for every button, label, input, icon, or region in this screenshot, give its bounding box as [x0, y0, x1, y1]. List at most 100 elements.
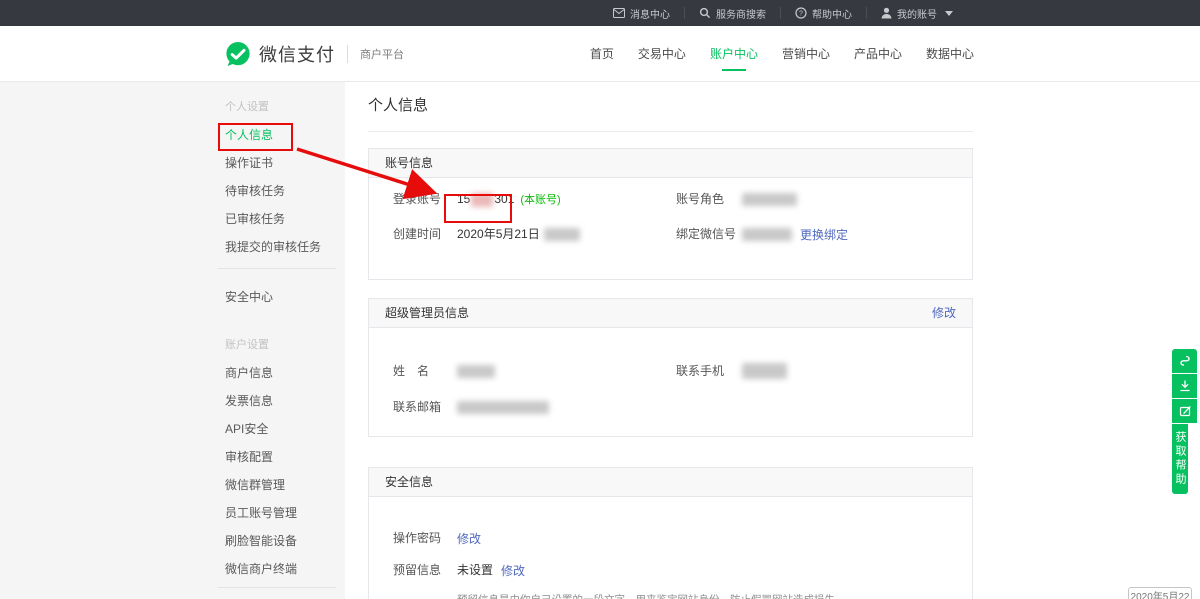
security-info-header: 安全信息 [369, 468, 972, 497]
main-content: 个人信息 账号信息 登录账号 15301 (本账号) 账号角色 [368, 82, 973, 599]
download-icon [1178, 379, 1192, 393]
account-role-label: 账号角色 [676, 190, 742, 208]
download-button[interactable] [1172, 374, 1197, 398]
info-row: 操作密码 修改 [393, 529, 956, 547]
sidebar: 个人设置 个人信息 操作证书 待审核任务 已审核任务 我提交的审核任务 安全中心… [0, 82, 345, 599]
topbar-item-label: 我的账号 [897, 6, 937, 21]
sidebar-item-invoice-info[interactable]: 发票信息 [225, 394, 345, 408]
main-nav: 首页 交易中心 账户中心 营销中心 产品中心 数据中心 [590, 46, 974, 62]
redacted-contact-phone [742, 363, 787, 379]
sidebar-item-face-pay-devices[interactable]: 刷脸智能设备 [225, 534, 345, 548]
nav-tab-product-center[interactable]: 产品中心 [854, 46, 902, 62]
info-row: 登录账号 15301 (本账号) 账号角色 [393, 190, 956, 208]
header: 微信支付 商户平台 首页 交易中心 账户中心 营销中心 产品中心 数据中心 [0, 26, 1200, 82]
sidebar-item-api-security[interactable]: API安全 [225, 422, 345, 436]
user-icon [881, 7, 892, 19]
sidebar-group-personal-settings: 个人设置 [225, 100, 345, 114]
chevron-down-icon [945, 11, 953, 16]
topbar-item-help-center[interactable]: ? 帮助中心 [781, 0, 866, 26]
rebind-wechat-link[interactable]: 更换绑定 [800, 226, 848, 243]
topbar-item-message-center[interactable]: 消息中心 [599, 0, 684, 26]
reserved-info-label: 预留信息 [393, 561, 457, 579]
topbar-item-my-account[interactable]: 我的账号 [867, 0, 967, 26]
account-info-body: 登录账号 15301 (本账号) 账号角色 创建时间 2020年5月21日 [369, 178, 972, 279]
super-admin-body: 姓 名 联系手机 联系邮箱 [369, 328, 972, 436]
bound-wechat-label: 绑定微信号 [676, 225, 742, 243]
sidebar-item-wechat-group-management[interactable]: 微信群管理 [225, 478, 345, 492]
section-title: 超级管理员信息 [385, 299, 469, 327]
created-time-value: 2020年5月21日 [457, 225, 540, 243]
sidebar-item-pending-review-tasks[interactable]: 待审核任务 [225, 184, 345, 198]
link-icon [1178, 354, 1192, 368]
sidebar-item-review-config[interactable]: 审核配置 [225, 450, 345, 464]
login-account-label: 登录账号 [393, 190, 457, 208]
description-line: 预留信息是由你自己设置的一段文字，用来鉴定网站身份，防止假冒网站造成损失。 [457, 591, 956, 599]
header-divider [347, 45, 348, 63]
portal-name: 商户平台 [360, 46, 404, 62]
info-row: 联系邮箱 [393, 398, 956, 416]
redacted-login-digits [471, 193, 493, 207]
title-divider [368, 131, 973, 132]
wechat-pay-logo[interactable]: 微信支付 [225, 41, 335, 67]
floating-help-widget: 获取帮助 [1172, 349, 1197, 494]
sidebar-group-account-settings: 账户设置 [225, 338, 345, 352]
nav-tab-data-center[interactable]: 数据中心 [926, 46, 974, 62]
get-help-button[interactable]: 获取帮助 [1172, 424, 1188, 494]
section-title: 账号信息 [385, 149, 433, 177]
account-info-header: 账号信息 [369, 149, 972, 178]
super-admin-header: 超级管理员信息 修改 [369, 299, 972, 328]
redacted-created-time [544, 228, 580, 241]
edit-admin-link[interactable]: 修改 [932, 299, 956, 327]
redacted-contact-email [457, 401, 549, 414]
security-info-body: 操作密码 修改 预留信息 未设置 修改 预留信息是由你自己设置的一段文字，用来鉴… [369, 497, 972, 599]
topbar-item-service-provider-search[interactable]: 服务商搜索 [685, 0, 780, 26]
edit-icon [1178, 404, 1192, 418]
svg-text:?: ? [799, 11, 803, 18]
nav-tab-home[interactable]: 首页 [590, 46, 614, 62]
brand-name: 微信支付 [259, 41, 335, 67]
redacted-account-role [742, 193, 797, 206]
mail-icon [613, 8, 625, 18]
info-row: 姓 名 联系手机 [393, 362, 956, 380]
quick-link-button[interactable] [1172, 349, 1197, 373]
sidebar-item-staff-account-management[interactable]: 员工账号管理 [225, 506, 345, 520]
wechat-pay-logo-icon [225, 41, 251, 67]
admin-name-label: 姓 名 [393, 362, 457, 380]
current-account-tag: (本账号) [520, 191, 560, 207]
sidebar-item-reviewed-tasks[interactable]: 已审核任务 [225, 212, 345, 226]
reserved-info-description: 预留信息是由你自己设置的一段文字，用来鉴定网站身份，防止假冒网站造成损失。 配置… [457, 591, 956, 599]
topbar: 消息中心 服务商搜索 ? 帮助中心 我的账号 [0, 0, 1200, 26]
topbar-item-label: 帮助中心 [812, 6, 852, 21]
contact-phone-label: 联系手机 [676, 362, 742, 380]
contact-email-label: 联系邮箱 [393, 398, 457, 416]
page: 消息中心 服务商搜索 ? 帮助中心 我的账号 微信支付 商 [0, 0, 1200, 599]
topbar-item-label: 消息中心 [630, 6, 670, 21]
topbar-item-label: 服务商搜索 [716, 6, 766, 21]
sidebar-divider [218, 268, 336, 269]
edit-password-link[interactable]: 修改 [457, 530, 481, 547]
sidebar-item-wechat-merchant-terminal[interactable]: 微信商户终端 [225, 562, 345, 576]
feedback-button[interactable] [1172, 399, 1197, 423]
nav-tab-transaction-center[interactable]: 交易中心 [638, 46, 686, 62]
info-row: 创建时间 2020年5月21日 绑定微信号 更换绑定 [393, 225, 956, 243]
redacted-wechat-id [742, 228, 792, 241]
sidebar-item-operation-certificate[interactable]: 操作证书 [225, 156, 345, 170]
nav-tab-marketing-center[interactable]: 营销中心 [782, 46, 830, 62]
nav-tab-account-center[interactable]: 账户中心 [710, 46, 758, 62]
sidebar-item-my-submitted-review-tasks[interactable]: 我提交的审核任务 [225, 240, 345, 254]
date-tooltip: 2020年5月22日 [1128, 587, 1192, 599]
operation-password-label: 操作密码 [393, 529, 457, 547]
page-title: 个人信息 [368, 95, 973, 117]
login-account-value: 15301 [457, 190, 514, 208]
info-row: 预留信息 未设置 修改 [393, 561, 956, 579]
search-icon [699, 7, 711, 19]
sidebar-item-security-center[interactable]: 安全中心 [225, 290, 345, 304]
edit-reserved-info-link[interactable]: 修改 [501, 562, 525, 579]
help-icon: ? [795, 7, 807, 19]
section-title: 安全信息 [385, 468, 433, 496]
created-time-label: 创建时间 [393, 225, 457, 243]
sidebar-item-merchant-info[interactable]: 商户信息 [225, 366, 345, 380]
sidebar-item-personal-info[interactable]: 个人信息 [225, 128, 345, 142]
account-info-section: 账号信息 登录账号 15301 (本账号) 账号角色 创建时间 [368, 148, 973, 280]
redacted-admin-name [457, 365, 495, 378]
